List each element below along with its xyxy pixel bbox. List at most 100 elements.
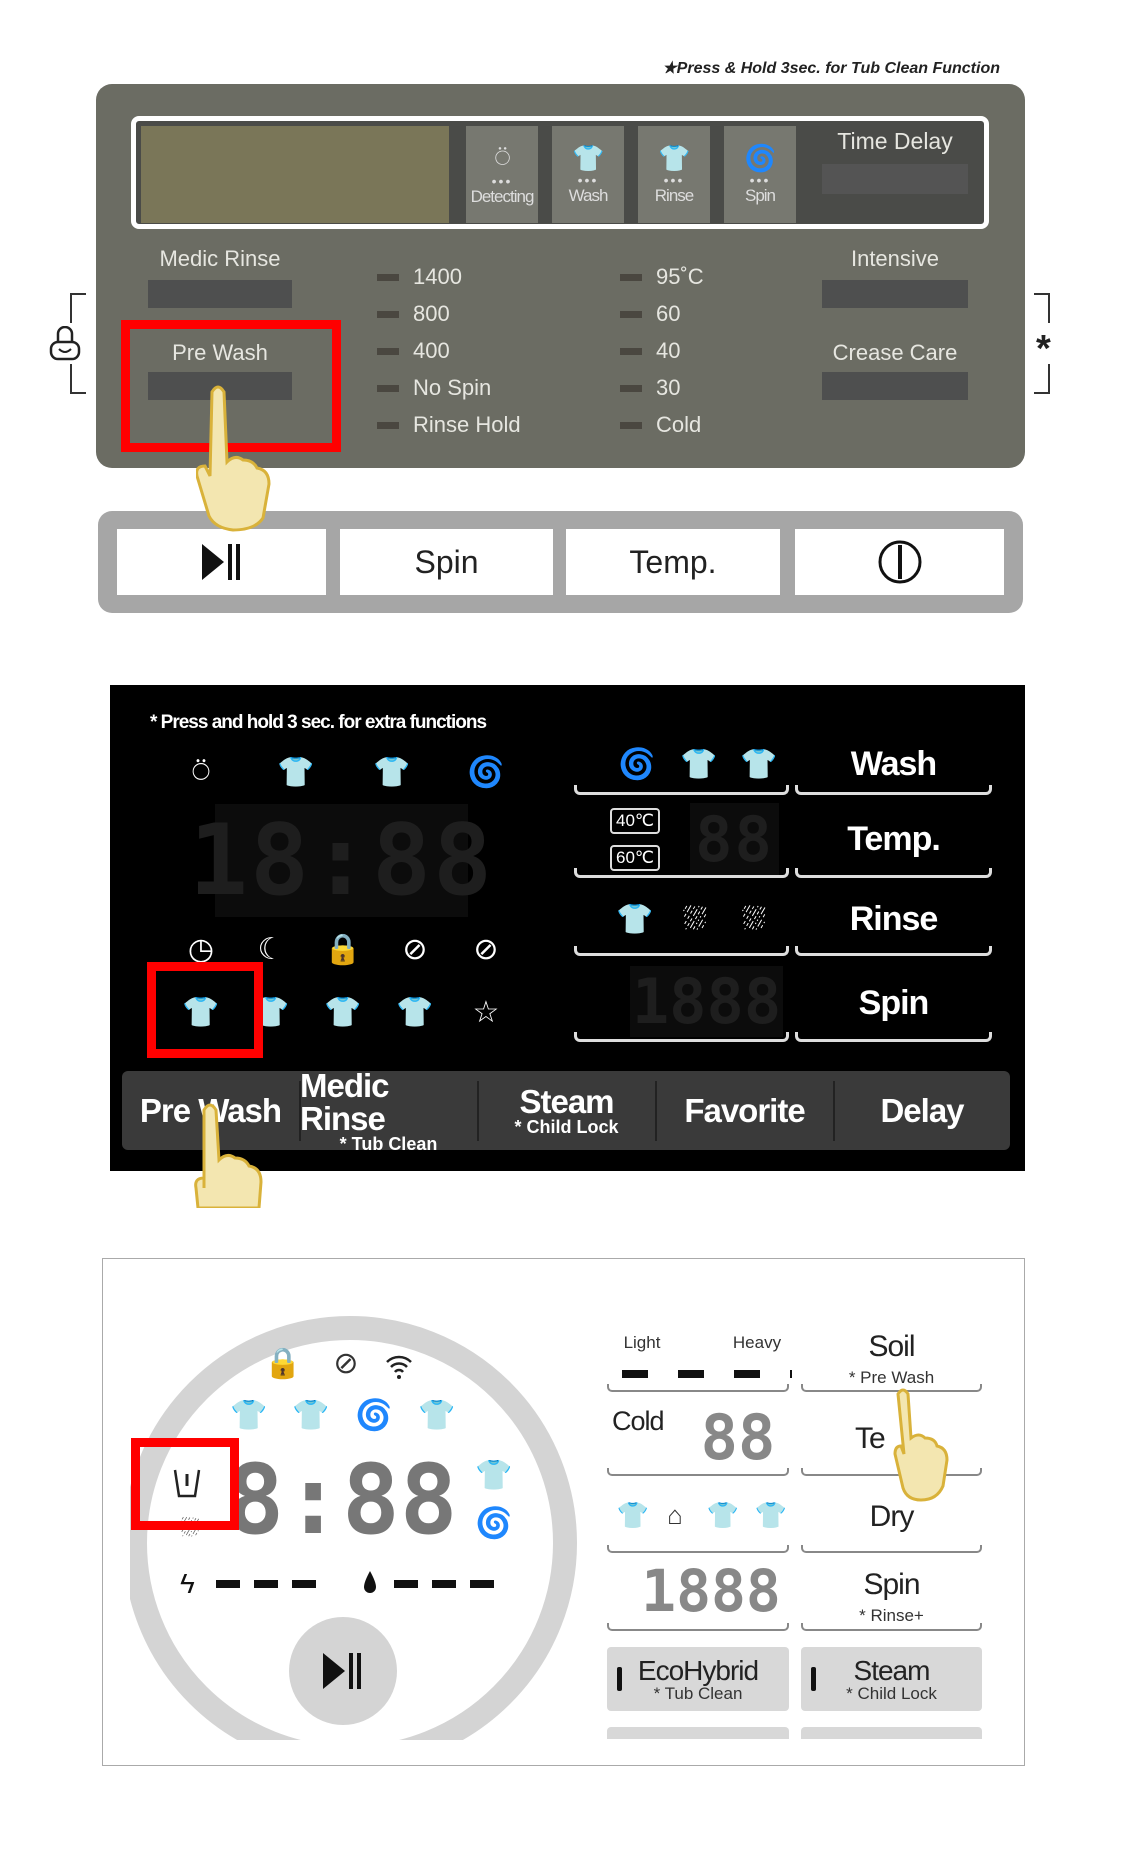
crease-care-button[interactable] (822, 372, 968, 400)
start-pause-button[interactable] (117, 529, 326, 595)
time-delay-display (822, 164, 968, 194)
start-pause-button[interactable] (289, 1617, 397, 1725)
stage-spin: 🌀 ••• Spin (724, 126, 796, 223)
steam-button[interactable]: Steam * Child Lock (801, 1647, 982, 1711)
temp-option: 30 (620, 373, 704, 403)
favorite-icon: ☆ (472, 996, 500, 1029)
wash-label[interactable]: Wash (795, 745, 992, 784)
divider (607, 1384, 789, 1392)
divider (795, 946, 992, 956)
steam-button[interactable]: Steam * Child Lock (478, 1071, 655, 1150)
detecting-icon: ⍥ (192, 756, 210, 789)
intensive-label: Intensive (850, 246, 940, 271)
temp-option: 60 (620, 299, 704, 329)
divider (801, 1623, 982, 1631)
clock-display: 18:88 (189, 803, 495, 918)
spin-label[interactable]: Spin (801, 1568, 982, 1602)
temp-button[interactable]: Temp. (566, 529, 780, 595)
soil-level (622, 1370, 792, 1378)
steam-spin-icon: 👕 (396, 996, 434, 1029)
pointing-hand-icon (893, 1388, 949, 1502)
steam-rinse-icon: 👕 (324, 996, 362, 1029)
iron-icon: ⌂ (667, 1500, 683, 1530)
spin-icon: 🌀 (467, 756, 505, 789)
medic-rinse-button[interactable]: Medic Rinse * Tub Clean (300, 1069, 477, 1153)
dry-temp-icon: 👕 (706, 1500, 740, 1530)
star-icon: * (1036, 328, 1051, 370)
rinse-hold-icon: ⛆ (742, 903, 766, 936)
time-delay-label: Time Delay (837, 128, 953, 154)
bracket (1034, 293, 1050, 323)
ecohybrid-button[interactable]: EcoHybrid * Tub Clean (607, 1647, 789, 1711)
divider (607, 1545, 789, 1553)
delay-button[interactable]: Delay (834, 1071, 1010, 1150)
soil-label[interactable]: Soil (801, 1330, 982, 1364)
temp-option: Cold (620, 410, 704, 440)
stage-rinse: 👕 ••• Rinse (638, 126, 710, 223)
stage-wash: 👕 ••• Wash (552, 126, 624, 223)
temp-display: 88 (700, 1400, 776, 1474)
spin-display: 1888 (630, 965, 783, 1038)
spin-option: 1400 (377, 262, 521, 292)
intensive-button[interactable] (822, 280, 968, 308)
extra-functions-note: * Press and hold 3 sec. for extra functi… (150, 712, 487, 733)
divider (574, 868, 789, 878)
spin-label[interactable]: Spin (795, 984, 992, 1023)
divider (801, 1545, 982, 1553)
bracket (70, 364, 86, 394)
divider (795, 1032, 992, 1042)
divider (574, 785, 789, 795)
temp-label[interactable]: Temp. (795, 820, 992, 859)
wifi-icon (386, 1355, 412, 1379)
indicator (617, 1667, 622, 1691)
child-lock-icon (49, 326, 81, 361)
spin-icon: 🌀 (355, 1399, 393, 1432)
divider (607, 1468, 789, 1476)
partial-button[interactable] (607, 1727, 789, 1739)
wash-icon: 👕 (277, 756, 315, 789)
spin-option: 800 (377, 299, 521, 329)
steam-spin-icon: 🌀 (475, 1507, 513, 1540)
favorite-button[interactable]: Favorite (656, 1071, 833, 1150)
play-pause-icon (323, 1653, 361, 1689)
rinse-label[interactable]: Rinse (795, 900, 992, 939)
swirl-icon: 🌀 (618, 748, 656, 781)
steam-wash-icon: 👕 (475, 1459, 513, 1492)
pointing-hand-icon (196, 385, 271, 532)
stage-detecting: ⍥ ••• Detecting (466, 126, 538, 223)
spin-display: 1888 (641, 1557, 781, 1625)
rinse-icon: 👕 (292, 1399, 330, 1432)
energy-level (216, 1580, 316, 1588)
wifi-off-icon: ⊘ (402, 933, 428, 966)
divider (574, 1032, 789, 1042)
temp-display: 88 (690, 803, 779, 876)
partial-button[interactable] (801, 1727, 982, 1739)
bracket (70, 293, 86, 323)
water-level (394, 1580, 494, 1588)
clock-display: 8:88 (226, 1444, 458, 1556)
no-wifi-icon: ⊘ (333, 1347, 359, 1380)
rinse-icon: 👕 (373, 756, 411, 789)
light-label: Light (623, 1333, 661, 1352)
medic-rinse-button[interactable] (148, 280, 292, 308)
spin-button[interactable]: Spin (340, 529, 553, 595)
spin-option: Rinse Hold (377, 410, 521, 440)
rinse-icon: 👕 (616, 903, 654, 936)
child-lock-icon: 🔒 (324, 933, 362, 966)
wash-icon: 👕 (572, 143, 604, 173)
dry-label[interactable]: Dry (801, 1500, 982, 1534)
wash-icon: 👕 (230, 1399, 268, 1432)
lcd-display (141, 126, 449, 223)
divider (574, 946, 789, 956)
power-button[interactable] (795, 529, 1004, 595)
temp-options: 95˚C 60 40 30 Cold (620, 262, 704, 440)
dry-icon: 👕 (418, 1399, 456, 1432)
indicator (811, 1667, 816, 1691)
wash-icon: 👕 (680, 748, 718, 781)
temp-tag-40: 40℃ (610, 808, 660, 834)
divider (795, 785, 992, 795)
temp-option: 95˚C (620, 262, 704, 292)
play-pause-icon (201, 544, 240, 580)
temp-label[interactable]: Te (855, 1422, 886, 1456)
divider (795, 868, 992, 878)
